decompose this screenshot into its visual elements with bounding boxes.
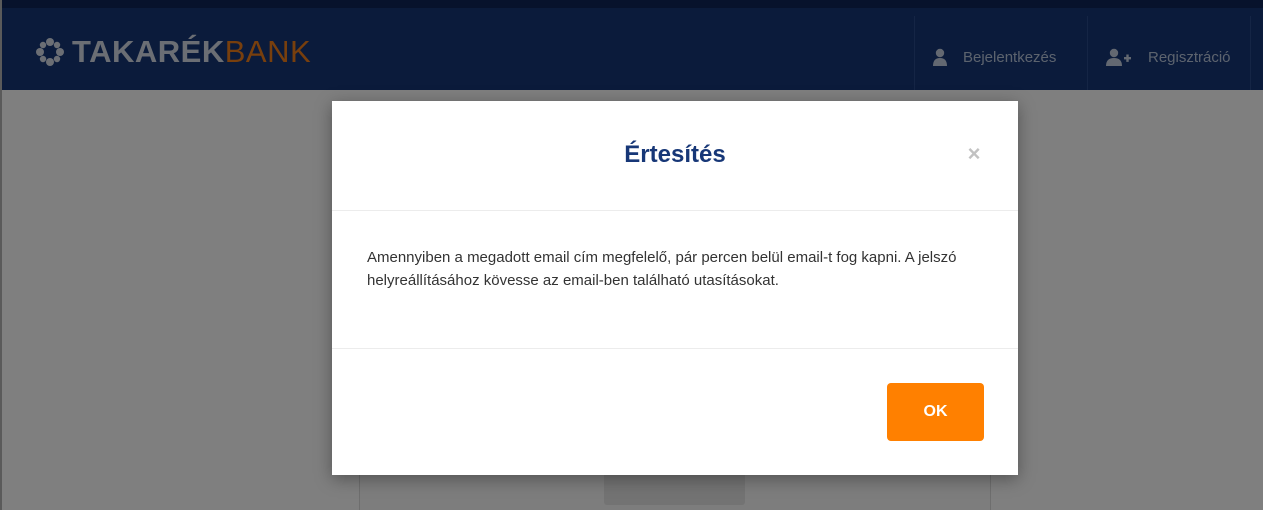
modal-header: Értesítés × xyxy=(332,101,1018,211)
close-icon[interactable]: × xyxy=(964,143,984,165)
app-window: TAKARÉKBANK Bejelentkezés Regisztráció É… xyxy=(0,0,1263,510)
modal-message: Amennyiben a megadott email cím megfelel… xyxy=(367,249,957,289)
notification-modal: Értesítés × Amennyiben a megadott email … xyxy=(332,101,1018,475)
modal-body: Amennyiben a megadott email cím megfelel… xyxy=(332,211,1018,349)
ok-button[interactable]: OK xyxy=(887,383,984,441)
modal-footer: OK xyxy=(332,349,1018,475)
modal-title: Értesítés xyxy=(624,141,726,168)
